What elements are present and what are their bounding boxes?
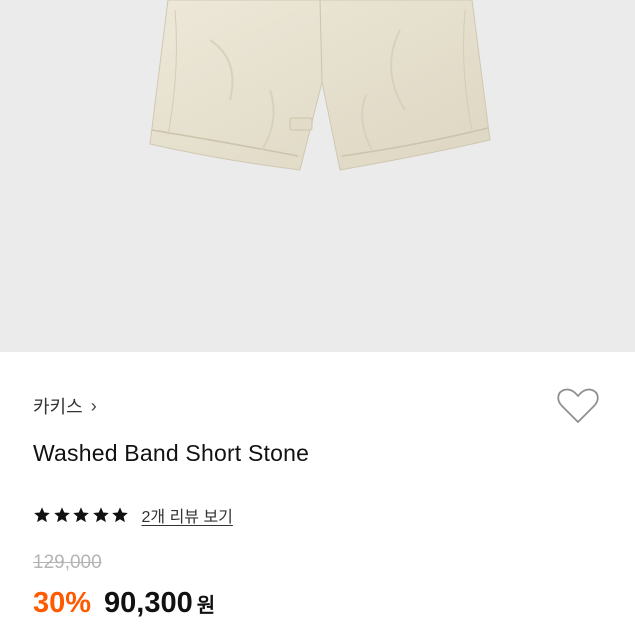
star-icon	[73, 507, 89, 523]
chevron-right-icon: ›	[90, 395, 97, 416]
star-icon	[92, 507, 109, 523]
brand-link[interactable]: 카키스 ›	[33, 393, 97, 419]
brand-name: 카키스	[33, 397, 83, 417]
wishlist-button[interactable]	[556, 386, 600, 426]
product-title: Washed Band Short Stone	[33, 440, 310, 466]
original-price: 129,000	[33, 552, 102, 573]
star-icon	[112, 507, 128, 523]
sale-price: 90,300	[104, 587, 193, 619]
review-link[interactable]: 2개 리뷰 보기	[142, 503, 233, 527]
heart-outline-icon	[557, 388, 599, 423]
star-icon	[53, 507, 70, 523]
product-image[interactable]	[0, 0, 635, 352]
star-rating	[33, 506, 131, 524]
currency-label: 원	[196, 595, 216, 617]
rating-row: 2개 리뷰 보기	[33, 503, 233, 527]
shorts-illustration	[149, 0, 491, 171]
discount-rate: 30%	[33, 587, 92, 619]
price-row: 30% 90,300 원	[33, 587, 215, 620]
star-icon	[34, 507, 50, 523]
